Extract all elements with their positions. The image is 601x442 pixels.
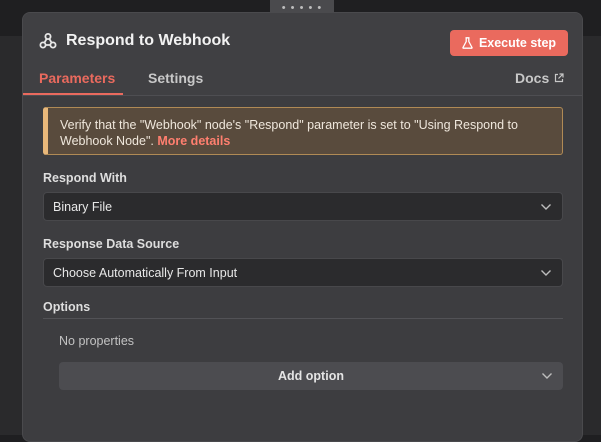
active-tab-indicator	[23, 93, 123, 95]
options-label: Options	[43, 300, 91, 314]
flask-icon	[462, 37, 473, 49]
canvas-background-right	[583, 36, 601, 435]
no-properties-text: No properties	[59, 334, 135, 348]
docs-link[interactable]: Docs	[515, 70, 564, 86]
tab-settings[interactable]: Settings	[148, 70, 203, 86]
respond-with-label: Respond With	[43, 171, 127, 185]
more-details-link[interactable]: More details	[157, 134, 230, 148]
notice-text: Verify that the "Webhook" node's "Respon…	[60, 118, 518, 148]
respond-with-value: Binary File	[53, 199, 113, 214]
execute-step-button[interactable]: Execute step	[450, 30, 568, 56]
execute-step-label: Execute step	[478, 36, 557, 50]
options-divider	[43, 318, 563, 319]
response-data-source-select[interactable]: Choose Automatically From Input	[43, 258, 563, 287]
node-details-panel: Respond to Webhook Execute step Paramete…	[22, 12, 583, 442]
node-title: Respond to Webhook	[66, 32, 231, 49]
tab-parameters[interactable]: Parameters	[39, 70, 115, 86]
chevron-down-icon	[541, 270, 551, 276]
webhook-notice: Verify that the "Webhook" node's "Respon…	[43, 107, 563, 155]
panel-header: Respond to Webhook Execute step Paramete…	[23, 13, 582, 96]
webhook-icon	[39, 33, 57, 49]
chevron-down-icon	[542, 373, 552, 379]
canvas-background-left	[0, 36, 22, 435]
response-data-source-value: Choose Automatically From Input	[53, 265, 238, 280]
response-data-source-label: Response Data Source	[43, 237, 180, 251]
respond-with-select[interactable]: Binary File	[43, 192, 563, 221]
chevron-down-icon	[541, 204, 551, 210]
add-option-button[interactable]: Add option	[59, 362, 563, 390]
docs-label: Docs	[515, 70, 550, 86]
add-option-label: Add option	[278, 369, 344, 383]
external-link-icon	[555, 73, 564, 83]
